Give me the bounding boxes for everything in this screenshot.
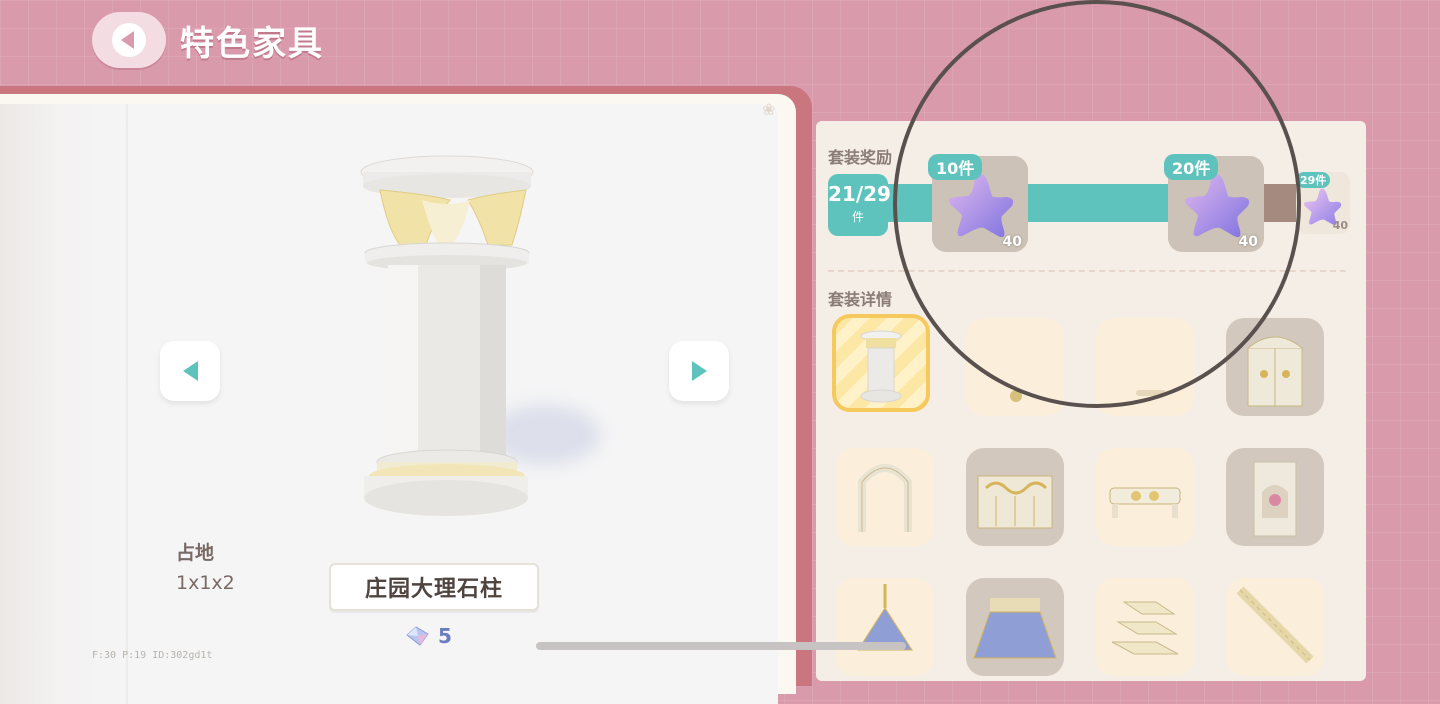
reward-qty: 40 [1332, 219, 1348, 232]
set-item-stone-steps[interactable] [1096, 578, 1194, 676]
gem-icon [406, 626, 429, 646]
item-name: 庄园大理石柱 [364, 577, 503, 602]
book-spine [126, 104, 128, 704]
back-arrow-icon [112, 23, 146, 57]
chevron-left-icon [182, 361, 198, 381]
section-divider [828, 270, 1346, 272]
set-detail-label: 套装详情 [828, 290, 893, 309]
set-item-iron-fence[interactable] [966, 448, 1064, 546]
set-item-staircase[interactable] [1226, 578, 1324, 676]
set-item-ornate-gate[interactable] [1226, 318, 1324, 416]
set-count-unit: 件 [851, 210, 864, 224]
star-icon [1184, 174, 1250, 238]
arch-icon [858, 464, 912, 532]
ornate-gate-icon [1247, 336, 1303, 407]
stone-steps-icon [1111, 601, 1179, 655]
staircase-icon [1236, 586, 1314, 664]
back-button[interactable] [92, 12, 166, 68]
debug-info: F:30 P:19 ID:302gd1t [92, 650, 213, 661]
garden-lamp-icon [1010, 390, 1022, 402]
set-item-railing[interactable] [1096, 448, 1194, 546]
footprint-label: 占地 [176, 542, 215, 564]
item-name-plate: 庄园大理石柱 [329, 563, 539, 611]
iron-fence-icon [977, 475, 1053, 529]
set-item-flower-niche[interactable] [1226, 448, 1324, 546]
set-reward-label: 套装奖励 [828, 148, 893, 167]
flower-niche-icon [1253, 461, 1297, 537]
prev-item-button[interactable] [160, 341, 220, 401]
garden-bench-icon [1136, 390, 1166, 396]
set-item-gazebo-roof[interactable] [966, 578, 1064, 676]
item-price-value: 5 [438, 624, 452, 648]
set-item-garden-bench[interactable] [1096, 318, 1194, 416]
reward-tier-tag: 29件 [1296, 172, 1331, 188]
reward-slot-2[interactable]: 20件 40 [1164, 154, 1264, 252]
footprint-value: 1x1x2 [176, 572, 235, 594]
set-count-badge: 21/29 件 [828, 174, 891, 236]
corner-ornament-icon: ❀ [762, 100, 776, 119]
marble-pillar-icon [860, 330, 902, 403]
next-item-button[interactable] [669, 341, 729, 401]
pavilion-roof-icon [857, 584, 913, 651]
set-item-pavilion-roof[interactable] [836, 578, 934, 676]
item-price: 5 [404, 624, 452, 648]
set-item-garden-lamp[interactable] [966, 318, 1064, 416]
reward-qty: 40 [1238, 234, 1258, 250]
railing-icon [1109, 487, 1181, 518]
reward-slot-3[interactable]: 29件 40 [1296, 172, 1350, 234]
set-item-arch[interactable] [836, 448, 934, 546]
reward-tier-tag: 10件 [928, 154, 983, 180]
set-item-marble-pillar[interactable] [832, 314, 930, 412]
home-indicator[interactable] [536, 642, 906, 650]
reward-qty: 40 [1002, 234, 1022, 250]
page-title: 特色家具 [180, 24, 324, 64]
gazebo-roof-icon [973, 598, 1057, 659]
set-count: 21/29 [828, 182, 891, 206]
chevron-right-icon [691, 361, 707, 381]
star-icon [948, 174, 1014, 238]
reward-slot-1[interactable]: 10件 40 [928, 154, 1028, 252]
item-preview-image [360, 155, 534, 516]
reward-tier-tag: 20件 [1164, 154, 1219, 180]
